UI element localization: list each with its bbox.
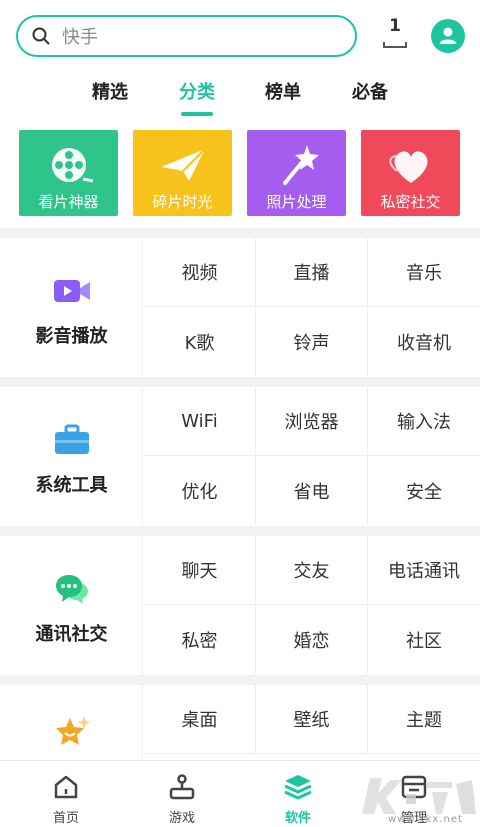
paper-plane-icon: [133, 138, 232, 192]
subcategory-item[interactable]: 直播: [256, 238, 368, 307]
subcategory-item[interactable]: 浏览器: [256, 387, 368, 456]
chat-bubbles-icon: [52, 572, 92, 606]
subcategory-item[interactable]: 壁纸: [256, 685, 368, 754]
film-reel-icon: [19, 138, 118, 192]
nav-label: 游戏: [168, 811, 195, 826]
joystick-icon: [166, 771, 198, 803]
feature-card-label: 私密社交: [380, 193, 441, 211]
feature-card-label: 照片处理: [266, 193, 327, 211]
category-header[interactable]: 系统工具: [0, 387, 143, 526]
category-header[interactable]: 通讯社交: [0, 536, 143, 675]
subcategory-item[interactable]: 优化: [144, 456, 256, 525]
home-icon: [50, 771, 82, 803]
nav-home[interactable]: 首页: [16, 767, 116, 826]
search-input[interactable]: 快手: [62, 23, 98, 49]
bottom-nav: 首页 游戏 软件 管理: [0, 760, 480, 827]
tab-essentials[interactable]: 必备: [340, 78, 400, 104]
toolbox-icon: [52, 423, 92, 457]
section-divider: [0, 675, 480, 685]
download-tray-icon: [383, 42, 407, 48]
subcategory-item[interactable]: 铃声: [256, 307, 368, 376]
header: 快手 1: [0, 0, 480, 70]
tab-categories[interactable]: 分类: [167, 78, 227, 104]
subcategory-item[interactable]: 省电: [256, 456, 368, 525]
subcategory-item[interactable]: 音乐: [368, 238, 480, 307]
feature-card-fragments[interactable]: 碎片时光: [133, 130, 232, 216]
subcategory-item[interactable]: 输入法: [368, 387, 480, 456]
category-section-tools: 系统工具 WiFi 浏览器 输入法 优化 省电 安全: [0, 387, 480, 526]
video-camera-icon: [52, 274, 92, 308]
subcategory-item[interactable]: 聊天: [144, 536, 256, 605]
feature-card-social[interactable]: 私密社交: [361, 130, 460, 216]
user-icon: [439, 27, 457, 44]
tab-featured[interactable]: 精选: [80, 78, 140, 104]
active-tab-indicator: [181, 112, 213, 116]
subcategory-item[interactable]: 社区: [368, 605, 480, 674]
top-tabs: 精选 分类 榜单 必备: [0, 70, 480, 116]
category-title: 系统工具: [35, 475, 108, 496]
section-divider: [0, 526, 480, 536]
nav-label: 首页: [52, 811, 79, 826]
manage-box-icon: [398, 771, 430, 803]
feature-card-label: 碎片时光: [152, 193, 213, 211]
feature-card-movies[interactable]: 看片神器: [19, 130, 118, 216]
feature-card-photo[interactable]: 照片处理: [247, 130, 346, 216]
avatar[interactable]: [431, 19, 465, 53]
layers-icon: [282, 771, 314, 803]
magic-wand-icon: [247, 138, 346, 192]
feature-cards: 看片神器 碎片时光 照片处理 私密社交: [0, 118, 480, 236]
feature-card-label: 看片神器: [38, 193, 99, 211]
tab-rankings[interactable]: 榜单: [253, 78, 313, 104]
category-section-social: 通讯社交 聊天 交友 电话通讯 私密 婚恋 社区: [0, 536, 480, 675]
subcategory-item[interactable]: WiFi: [144, 387, 256, 456]
search-bar[interactable]: 快手: [16, 15, 357, 57]
download-count: 1: [389, 16, 401, 36]
subcategory-item[interactable]: 安全: [368, 456, 480, 525]
category-title: 通讯社交: [35, 624, 108, 645]
subcategory-item[interactable]: 婚恋: [256, 605, 368, 674]
subcategory-item[interactable]: 交友: [256, 536, 368, 605]
subcategory-item[interactable]: 收音机: [368, 307, 480, 376]
nav-label: 软件: [284, 811, 311, 826]
nav-software[interactable]: 软件: [248, 767, 348, 826]
search-icon: [22, 17, 60, 55]
subcategory-item[interactable]: K歌: [144, 307, 256, 376]
subcategory-item[interactable]: 桌面: [144, 685, 256, 754]
star-face-icon: [52, 715, 92, 749]
section-divider: [0, 228, 480, 238]
category-title: 影音播放: [35, 326, 108, 347]
nav-label: 管理: [400, 811, 427, 826]
nav-manage[interactable]: 管理: [364, 767, 464, 826]
category-header[interactable]: 影音播放: [0, 238, 143, 377]
subcategory-item[interactable]: 电话通讯: [368, 536, 480, 605]
hearts-icon: [361, 138, 460, 192]
subcategory-item[interactable]: 视频: [144, 238, 256, 307]
download-manager-button[interactable]: 1: [378, 16, 412, 52]
section-divider: [0, 377, 480, 387]
subcategory-item[interactable]: 私密: [144, 605, 256, 674]
category-section-media: 影音播放 视频 直播 音乐 K歌 铃声 收音机: [0, 238, 480, 377]
nav-games[interactable]: 游戏: [132, 767, 232, 826]
subcategory-item[interactable]: 主题: [368, 685, 480, 754]
